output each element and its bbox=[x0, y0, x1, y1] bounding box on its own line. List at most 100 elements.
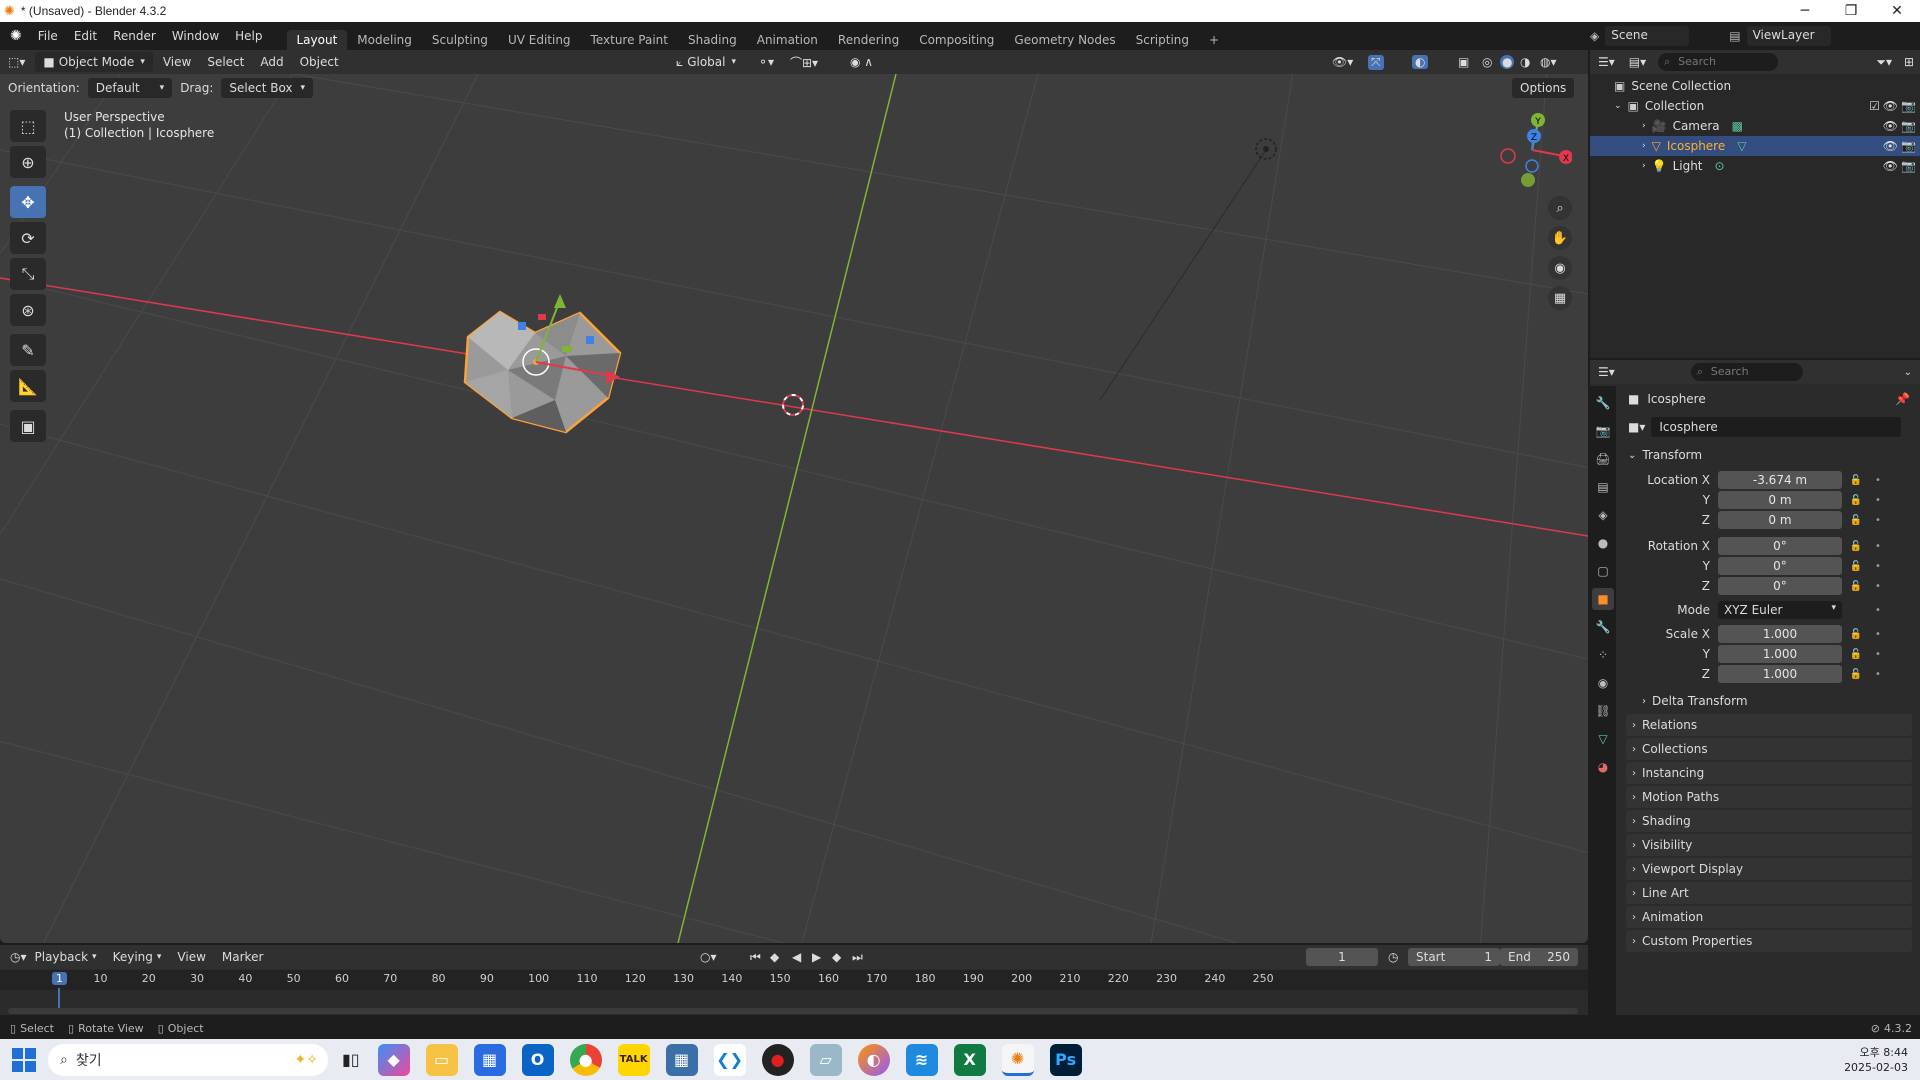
tab-uv-editing[interactable]: UV Editing bbox=[498, 30, 581, 50]
clock[interactable]: 오후 8:44 2025-02-03 bbox=[1844, 1045, 1908, 1075]
timeline-view-menu[interactable]: View bbox=[169, 947, 213, 967]
timeline-editor-icon[interactable]: ◷▾ bbox=[10, 950, 27, 964]
notes-app-icon[interactable]: ▱ bbox=[809, 1043, 842, 1076]
object-tab-icon[interactable]: ■ bbox=[1592, 588, 1614, 610]
maximize-button[interactable]: ❐ bbox=[1828, 0, 1874, 22]
overlay-toggle-icon[interactable]: ◐ bbox=[1412, 55, 1429, 69]
measure-icon[interactable]: 📐 bbox=[10, 370, 46, 402]
tab-sculpting[interactable]: Sculpting bbox=[422, 30, 498, 50]
preview-range-icon[interactable]: ◷ bbox=[1388, 950, 1398, 964]
object-name-field[interactable]: Icosphere bbox=[1651, 417, 1902, 437]
visibility-eye-icon[interactable]: 👁 bbox=[1883, 99, 1898, 113]
location-x-field[interactable]: -3.674 m bbox=[1718, 471, 1842, 489]
tab-scripting[interactable]: Scripting bbox=[1126, 30, 1199, 50]
chevron-down-icon[interactable]: ⌄ bbox=[1628, 450, 1636, 461]
firefox-app-icon[interactable]: ◐ bbox=[857, 1043, 890, 1076]
physics-tab-icon[interactable]: ◉ bbox=[1592, 672, 1614, 694]
panel-relations[interactable]: › Relations bbox=[1626, 714, 1912, 736]
menu-window[interactable]: Window bbox=[164, 29, 227, 43]
display-mode-icon[interactable]: ▤▾ bbox=[1629, 55, 1646, 69]
icosphere-object[interactable] bbox=[463, 294, 622, 434]
timeline-ruler[interactable]: 1 10 20 30 40 50 60 70 80 90 100 110 120 130 140 150 160… bbox=[0, 970, 1588, 1010]
zoom-icon[interactable]: ⌕ bbox=[1548, 196, 1572, 220]
cursor-icon[interactable]: ⊕ bbox=[10, 146, 46, 178]
menu-add[interactable]: Add bbox=[252, 52, 291, 72]
current-frame-marker[interactable]: 1 bbox=[52, 972, 67, 985]
render-camera-icon[interactable]: 📷 bbox=[1901, 119, 1916, 133]
lock-icon[interactable]: 🔓 bbox=[1848, 495, 1864, 506]
vscode-app-icon[interactable]: ❮❯ bbox=[713, 1043, 746, 1076]
tab-layout[interactable]: Layout bbox=[286, 30, 348, 50]
location-z-field[interactable]: 0 m bbox=[1718, 511, 1842, 529]
keyframe-dot-icon[interactable]: • bbox=[1870, 649, 1886, 660]
expand-icon[interactable]: › bbox=[1642, 141, 1646, 151]
start-frame-field[interactable]: Start 1 bbox=[1408, 948, 1500, 966]
pivot-icon[interactable]: ⚬▾ bbox=[758, 55, 774, 69]
visibility-filter-icon[interactable]: 👁▾ bbox=[1332, 55, 1353, 69]
copilot-app-icon[interactable]: ◆ bbox=[377, 1043, 410, 1076]
ortho-grid-icon[interactable]: ▦ bbox=[1548, 286, 1572, 310]
tab-modeling[interactable]: Modeling bbox=[347, 30, 422, 50]
tab-compositing[interactable]: Compositing bbox=[909, 30, 1004, 50]
blender-app-icon[interactable]: ✺ bbox=[1001, 1043, 1034, 1076]
object-type-icon[interactable]: ■▾ bbox=[1628, 420, 1645, 434]
orientation-setting-selector[interactable]: Default ▾ bbox=[87, 78, 173, 98]
minimize-button[interactable]: ─ bbox=[1782, 0, 1828, 22]
calculator-app-icon[interactable]: ▦ bbox=[665, 1043, 698, 1076]
rotation-z-field[interactable]: 0° bbox=[1718, 577, 1842, 595]
rotation-y-field[interactable]: 0° bbox=[1718, 557, 1842, 575]
output-tab-icon[interactable]: 🖨 bbox=[1592, 448, 1614, 470]
menu-select[interactable]: Select bbox=[199, 52, 252, 72]
panel-animation[interactable]: › Animation bbox=[1626, 906, 1912, 928]
lock-icon[interactable]: 🔓 bbox=[1848, 541, 1864, 552]
navigation-gizmo[interactable]: Y X Z bbox=[1492, 110, 1573, 190]
expand-icon[interactable]: › bbox=[1642, 121, 1646, 131]
panel-shading[interactable]: › Shading bbox=[1626, 810, 1912, 832]
jump-start-icon[interactable]: ⏮ bbox=[750, 950, 761, 965]
proportional-edit-icon[interactable]: ◉ ∧ bbox=[850, 55, 873, 69]
view-layer-selector[interactable]: ViewLayer bbox=[1746, 26, 1831, 46]
rotation-mode-select[interactable]: XYZ Euler ▾ bbox=[1718, 601, 1842, 619]
outliner-editor-icon[interactable]: ☰▾ bbox=[1598, 55, 1615, 69]
keyframe-dot-icon[interactable]: • bbox=[1870, 475, 1886, 486]
windows-start-icon[interactable] bbox=[12, 1047, 36, 1072]
store-app-icon[interactable]: ▦ bbox=[473, 1043, 506, 1076]
menu-file[interactable]: File bbox=[30, 29, 66, 43]
annotate-icon[interactable]: ✎ bbox=[10, 334, 46, 366]
expand-icon[interactable]: ⌄ bbox=[1614, 101, 1622, 111]
view-layer-tab-icon[interactable]: ▤ bbox=[1592, 476, 1614, 498]
tree-row-camera[interactable]: › 🎥 Camera ▩ 👁 📷 bbox=[1590, 116, 1920, 136]
options-button[interactable]: Options bbox=[1512, 78, 1575, 98]
modifier-tab-icon[interactable]: 🔧 bbox=[1592, 616, 1614, 638]
tab-texture-paint[interactable]: Texture Paint bbox=[581, 30, 678, 50]
keyframe-dot-icon[interactable]: • bbox=[1870, 541, 1886, 552]
filter-icon[interactable]: ⏷▾ bbox=[1876, 55, 1892, 70]
gizmo-toggle-icon[interactable]: ⤧ bbox=[1368, 54, 1384, 70]
lock-icon[interactable]: 🔓 bbox=[1848, 581, 1864, 592]
transform-orientation-selector[interactable]: ⟀ Global ▾ bbox=[668, 52, 744, 72]
current-frame-field[interactable]: 1 bbox=[1306, 948, 1378, 966]
panel-motion-paths[interactable]: › Motion Paths bbox=[1626, 786, 1912, 808]
panel-collections[interactable]: › Collections bbox=[1626, 738, 1912, 760]
scale-y-field[interactable]: 1.000 bbox=[1718, 645, 1842, 663]
properties-search-input[interactable]: ⌕ Search bbox=[1690, 363, 1803, 381]
menu-edit[interactable]: Edit bbox=[66, 29, 105, 43]
visibility-eye-icon[interactable]: 👁 bbox=[1883, 139, 1898, 153]
jump-end-icon[interactable]: ⏭ bbox=[852, 950, 863, 965]
particles-tab-icon[interactable]: ⁘ bbox=[1592, 644, 1614, 666]
transform-panel-title[interactable]: Transform bbox=[1642, 448, 1702, 462]
menu-object[interactable]: Object bbox=[292, 52, 347, 72]
add-cube-icon[interactable]: ▣ bbox=[10, 410, 46, 442]
lock-icon[interactable]: 🔓 bbox=[1848, 649, 1864, 660]
outliner-search-input[interactable]: ⌕ Search bbox=[1658, 53, 1779, 71]
tool-tab-icon[interactable]: 🔧 bbox=[1592, 392, 1614, 414]
expand-icon[interactable]: › bbox=[1642, 161, 1646, 171]
keyframe-dot-icon[interactable]: • bbox=[1870, 581, 1886, 592]
excel-app-icon[interactable]: X bbox=[953, 1043, 986, 1076]
pan-hand-icon[interactable]: ✋ bbox=[1548, 226, 1572, 250]
editor-type-icon[interactable]: ⬚▾ bbox=[0, 52, 33, 72]
play-reverse-icon[interactable]: ◀ bbox=[792, 950, 801, 964]
shading-solid-icon[interactable]: ● bbox=[1500, 55, 1515, 69]
keyframe-dot-icon[interactable]: • bbox=[1870, 605, 1886, 616]
rotate-icon[interactable]: ⟳ bbox=[10, 222, 46, 254]
